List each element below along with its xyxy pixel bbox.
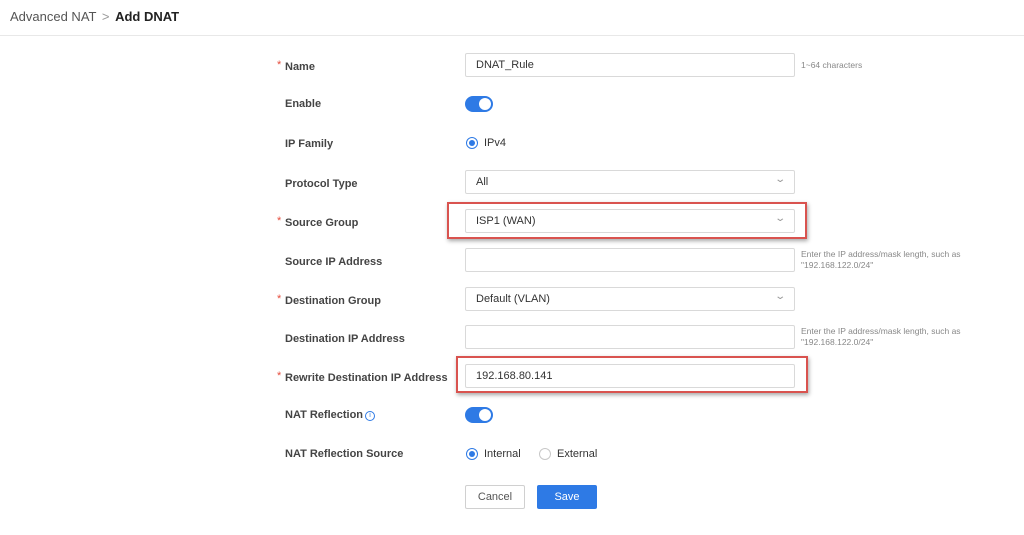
save-button[interactable]: Save [537,485,597,509]
ipv4-radio[interactable] [466,137,478,149]
source-ip-input[interactable] [465,248,795,272]
source-group-label: Source Group [285,217,359,229]
ip-family-row: IP Family IPv4 [0,132,1024,162]
external-radio[interactable] [539,448,551,460]
required-marker: * [277,370,282,382]
name-label: Name [285,61,315,73]
chevron-down-icon: ⌄ [773,291,786,302]
nat-reflection-source-label: NAT Reflection Source [285,448,404,460]
page-header: Advanced NAT > Add DNAT [0,0,1024,36]
nat-reflection-toggle[interactable] [465,407,493,423]
destination-group-select[interactable]: Default (VLAN) ⌄ [465,287,795,311]
chevron-down-icon: ⌄ [773,174,786,185]
nat-reflection-row: NAT Reflection i [0,404,1024,434]
destination-ip-hint: Enter the IP address/mask length, such a… [801,326,961,347]
required-marker: * [277,293,282,305]
cancel-button[interactable]: Cancel [465,485,525,509]
destination-group-row: * Destination Group Default (VLAN) ⌄ [0,287,1024,317]
destination-ip-label: Destination IP Address [285,333,405,345]
nat-reflection-label-wrap: NAT Reflection i [285,409,376,421]
breadcrumb-parent-link[interactable]: Advanced NAT [10,9,96,24]
breadcrumb-separator: > [101,9,110,24]
name-hint: 1~64 characters [801,60,863,70]
enable-toggle[interactable] [465,96,493,112]
breadcrumb-current: Add DNAT [115,9,180,24]
protocol-type-label: Protocol Type [285,178,358,190]
rewrite-ip-highlight-box [456,356,808,393]
breadcrumb: Advanced NAT > Add DNAT [10,9,179,24]
protocol-type-value: All [476,176,489,188]
ipv4-radio-label: IPv4 [484,137,507,149]
rewrite-destination-ip-label: Rewrite Destination IP Address [285,372,448,384]
toggle-knob [479,409,491,421]
nat-reflection-source-row: NAT Reflection Source Internal External [0,443,1024,473]
destination-ip-input[interactable] [465,325,795,349]
destination-group-label: Destination Group [285,295,381,307]
enable-row: Enable [0,93,1024,123]
enable-label: Enable [285,98,322,110]
source-ip-hint: Enter the IP address/mask length, such a… [801,249,961,270]
internal-radio-label: Internal [484,448,521,460]
internal-radio[interactable] [466,448,478,460]
protocol-type-row: Protocol Type All ⌄ [0,170,1024,200]
external-radio-label: External [557,448,598,460]
ip-family-label: IP Family [285,138,334,150]
name-input[interactable]: DNAT_Rule [465,53,795,77]
toggle-knob [479,98,491,110]
source-ip-row: Source IP Address Enter the IP address/m… [0,248,1024,278]
destination-group-value: Default (VLAN) [476,293,550,305]
info-icon[interactable]: i [365,411,376,421]
destination-ip-row: Destination IP Address Enter the IP addr… [0,325,1024,355]
name-row: * Name DNAT_Rule 1~64 characters [0,53,1024,83]
protocol-type-select[interactable]: All ⌄ [465,170,795,194]
required-marker: * [277,215,282,227]
nat-reflection-label: NAT Reflection [285,409,364,421]
source-ip-label: Source IP Address [285,256,383,268]
required-marker: * [277,59,282,71]
source-group-highlight-box [447,202,807,239]
